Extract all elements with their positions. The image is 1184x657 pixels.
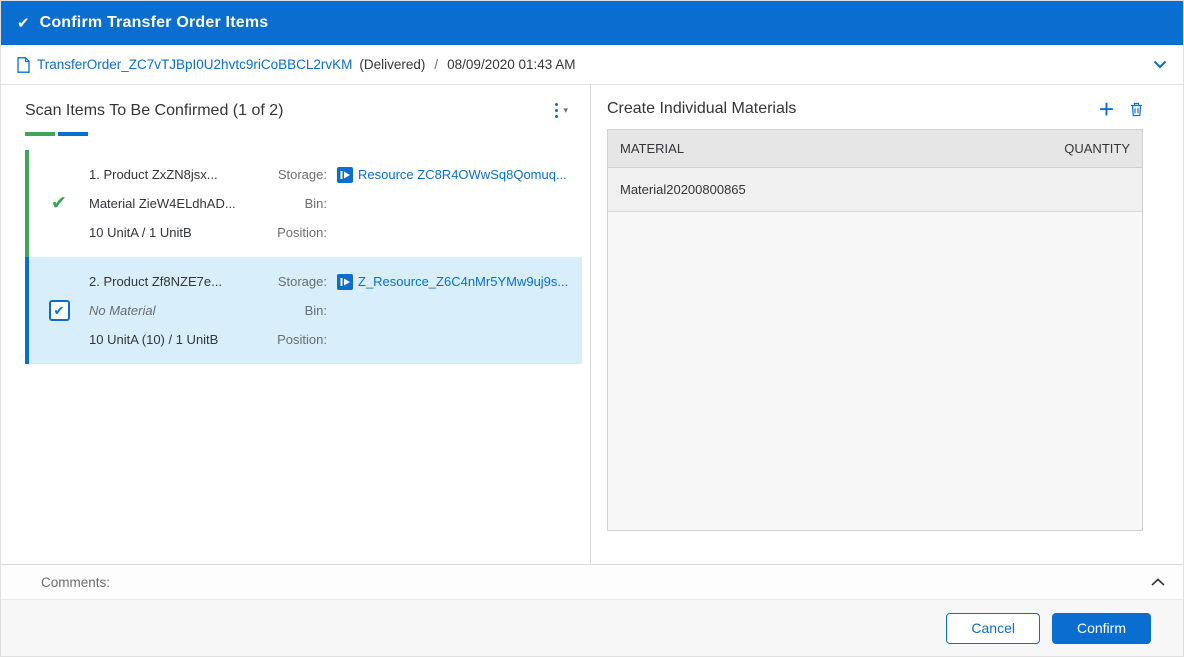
order-status: (Delivered) (359, 57, 425, 72)
comments-bar[interactable]: Comments: (1, 564, 1183, 599)
confirm-button[interactable]: Confirm (1052, 613, 1151, 644)
column-header-quantity: QUANTITY (1064, 141, 1130, 156)
item-details: 1. Product ZxZN8jsx... Storage: Resource… (89, 160, 576, 247)
footer-bar: Cancel Confirm (1, 599, 1183, 656)
success-check-icon: ✔ (51, 192, 67, 215)
page-header: ✔ Confirm Transfer Order Items (1, 1, 1183, 45)
cancel-button[interactable]: Cancel (946, 613, 1040, 644)
item-product: 2. Product Zf8NZE7e... (89, 274, 259, 289)
progress-indicator (25, 132, 590, 136)
add-material-button[interactable]: + (1099, 99, 1114, 119)
materials-panel: Create Individual Materials + MATERIAL Q… (591, 85, 1183, 564)
list-item[interactable]: ✔ 2. Product Zf8NZE7e... Storage: Z_Reso… (25, 257, 582, 364)
materials-table: MATERIAL QUANTITY Material20200800865 (607, 129, 1143, 531)
comments-label: Comments: (41, 575, 1151, 590)
list-item[interactable]: ✔ 1. Product ZxZN8jsx... Storage: Resour… (25, 150, 582, 257)
delete-material-button[interactable] (1130, 102, 1143, 117)
scan-item-list: ✔ 1. Product ZxZN8jsx... Storage: Resour… (25, 150, 582, 364)
main-content: Scan Items To Be Confirmed (1 of 2) ▾ ✔ (1, 85, 1183, 564)
column-header-material: MATERIAL (620, 141, 684, 156)
chevron-up-icon[interactable] (1151, 578, 1165, 586)
item-check-area: ✔ (29, 267, 89, 354)
progress-segment-current (58, 132, 88, 136)
materials-panel-header: Create Individual Materials + (607, 99, 1143, 119)
item-quantity: 10 UnitA (10) / 1 UnitB (89, 332, 259, 347)
breadcrumb-separator: / (432, 57, 440, 72)
scan-panel-header: Scan Items To Be Confirmed (1 of 2) ▾ (25, 99, 590, 122)
material-cell: Material20200800865 (620, 182, 746, 197)
app-window: ✔ Confirm Transfer Order Items TransferO… (0, 0, 1184, 657)
resource-icon (337, 274, 353, 290)
bin-label: Bin: (259, 303, 337, 318)
item-product: 1. Product ZxZN8jsx... (89, 167, 259, 182)
resource-link[interactable]: Resource ZC8R4OWwSq8Qomuq... (358, 167, 567, 182)
item-check-area: ✔ (29, 160, 89, 247)
resource-icon (337, 167, 353, 183)
storage-label: Storage: (259, 167, 337, 182)
check-icon: ✔ (17, 16, 30, 31)
resource-link[interactable]: Z_Resource_Z6C4nMr5YMw9uj9s... (358, 274, 568, 289)
document-icon (17, 57, 30, 73)
materials-panel-title: Create Individual Materials (607, 100, 1099, 118)
chevron-down-icon[interactable] (1153, 60, 1167, 69)
page-title: Confirm Transfer Order Items (40, 14, 269, 32)
position-label: Position: (259, 332, 337, 347)
caret-down-icon: ▾ (563, 106, 568, 115)
materials-table-header: MATERIAL QUANTITY (608, 130, 1142, 168)
progress-segment-done (25, 132, 55, 136)
item-quantity: 10 UnitA / 1 UnitB (89, 225, 259, 240)
breadcrumb: TransferOrder_ZC7vTJBpI0U2hvtc9riCoBBCL2… (1, 45, 1183, 85)
item-material: No Material (89, 303, 259, 318)
scan-items-panel: Scan Items To Be Confirmed (1 of 2) ▾ ✔ (1, 85, 591, 564)
item-material: Material ZieW4ELdhAD... (89, 196, 259, 211)
transfer-order-link[interactable]: TransferOrder_ZC7vTJBpI0U2hvtc9riCoBBCL2… (37, 57, 352, 72)
scan-panel-title: Scan Items To Be Confirmed (1 of 2) (25, 102, 549, 120)
position-label: Position: (259, 225, 337, 240)
item-status-stripe (25, 150, 29, 257)
table-row[interactable]: Material20200800865 (608, 168, 1142, 212)
bin-label: Bin: (259, 196, 337, 211)
item-checkbox[interactable]: ✔ (49, 300, 70, 321)
storage-value: Z_Resource_Z6C4nMr5YMw9uj9s... (337, 274, 576, 290)
storage-value: Resource ZC8R4OWwSq8Qomuq... (337, 167, 576, 183)
storage-label: Storage: (259, 274, 337, 289)
item-details: 2. Product Zf8NZE7e... Storage: Z_Resour… (89, 267, 576, 354)
order-timestamp: 08/09/2020 01:43 AM (447, 57, 575, 72)
item-status-stripe (25, 257, 29, 364)
overflow-menu-button[interactable]: ▾ (549, 99, 574, 122)
kebab-icon (555, 103, 558, 118)
